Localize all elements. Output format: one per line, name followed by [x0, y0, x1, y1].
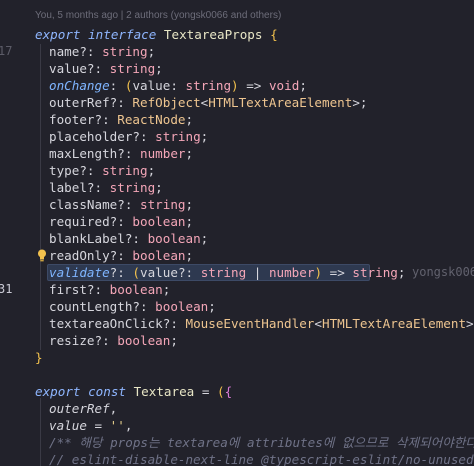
code-line[interactable]: /** 해당 props는 textarea에 attributes에 없으므로… [0, 434, 474, 451]
code-line-current[interactable]: 31 validate?: (value?: string | number) … [0, 264, 474, 296]
code-text: className?: string; [49, 197, 194, 212]
code-line[interactable]: placeholder?: string; [0, 128, 474, 145]
code-text: first?: boolean; [49, 282, 171, 297]
code-line[interactable]: countLength?: boolean; [0, 298, 474, 315]
code-line[interactable] [0, 366, 474, 383]
code-line[interactable]: export const Textarea = ({ [0, 383, 474, 400]
code-text: maxLength?: number; [49, 146, 194, 161]
codelens-blame-info[interactable]: You, 5 months ago | 2 authors (yongsk006… [35, 10, 281, 21]
code-line[interactable]: onChange: (value: string) => void; [0, 77, 474, 94]
code-line[interactable]: first?: boolean; [0, 281, 474, 298]
inline-blame: yongsk006 [412, 265, 474, 279]
code-line[interactable]: required?: boolean; [0, 213, 474, 230]
code-text: /** 해당 props는 textarea에 attributes에 없으므로… [49, 435, 474, 450]
code-line[interactable]: maxLength?: number; [0, 145, 474, 162]
code-line[interactable]: footer?: ReactNode; [0, 111, 474, 128]
code-text: value = '', [49, 418, 133, 433]
code-text: export const Textarea = ({ [35, 384, 233, 399]
code-line[interactable]: outerRef, [0, 400, 474, 417]
code-text: textareaOnClick?: MouseEventHandler<HTML… [49, 316, 474, 331]
code-line[interactable]: label?: string; [0, 179, 474, 196]
code-line[interactable]: 17 export interface TextareaProps { [0, 26, 474, 58]
code-text: value?: string; [49, 61, 163, 76]
code-text: required?: boolean; [49, 214, 194, 229]
code-line[interactable]: } [0, 349, 474, 366]
code-text: validate?: (value?: string | number) => … [49, 265, 406, 280]
code-line[interactable]: resize?: boolean; [0, 332, 474, 349]
code-text: outerRef?: RefObject<HTMLTextAreaElement… [49, 95, 368, 110]
code-line[interactable]: textareaOnClick?: MouseEventHandler<HTML… [0, 315, 474, 332]
code-text: placeholder?: string; [49, 129, 209, 144]
code-line[interactable]: name?: string; [0, 43, 474, 60]
code-line[interactable]: blankLabel?: boolean; [0, 230, 474, 247]
code-line[interactable]: // eslint-disable-next-line @typescript-… [0, 451, 474, 466]
code-text: // eslint-disable-next-line @typescript-… [49, 452, 474, 466]
code-line[interactable]: className?: string; [0, 196, 474, 213]
code-text: footer?: ReactNode; [49, 112, 194, 127]
code-text: outerRef, [49, 401, 118, 416]
code-line[interactable]: outerRef?: RefObject<HTMLTextAreaElement… [0, 94, 474, 111]
code-line[interactable]: value?: string; [0, 60, 474, 77]
code-text: resize?: boolean; [49, 333, 178, 348]
lightbulb-icon[interactable] [37, 249, 47, 262]
code-line[interactable]: readOnly?: boolean; [0, 247, 474, 264]
code-text: countLength?: boolean; [49, 299, 216, 314]
code-text: blankLabel?: boolean; [49, 231, 209, 246]
code-text: type?: string; [49, 163, 156, 178]
code-editor[interactable]: You, 5 months ago | 2 authors (yongsk006… [0, 0, 474, 466]
code-line[interactable]: value = '', [0, 417, 474, 434]
code-text: } [35, 350, 43, 365]
code-text: label?: string; [49, 180, 163, 195]
code-text: name?: string; [49, 44, 156, 59]
code-text: readOnly?: boolean; [49, 248, 194, 263]
code-text: export interface TextareaProps { [35, 27, 278, 42]
code-text: onChange: (value: string) => void; [49, 78, 307, 93]
code-line[interactable]: type?: string; [0, 162, 474, 179]
